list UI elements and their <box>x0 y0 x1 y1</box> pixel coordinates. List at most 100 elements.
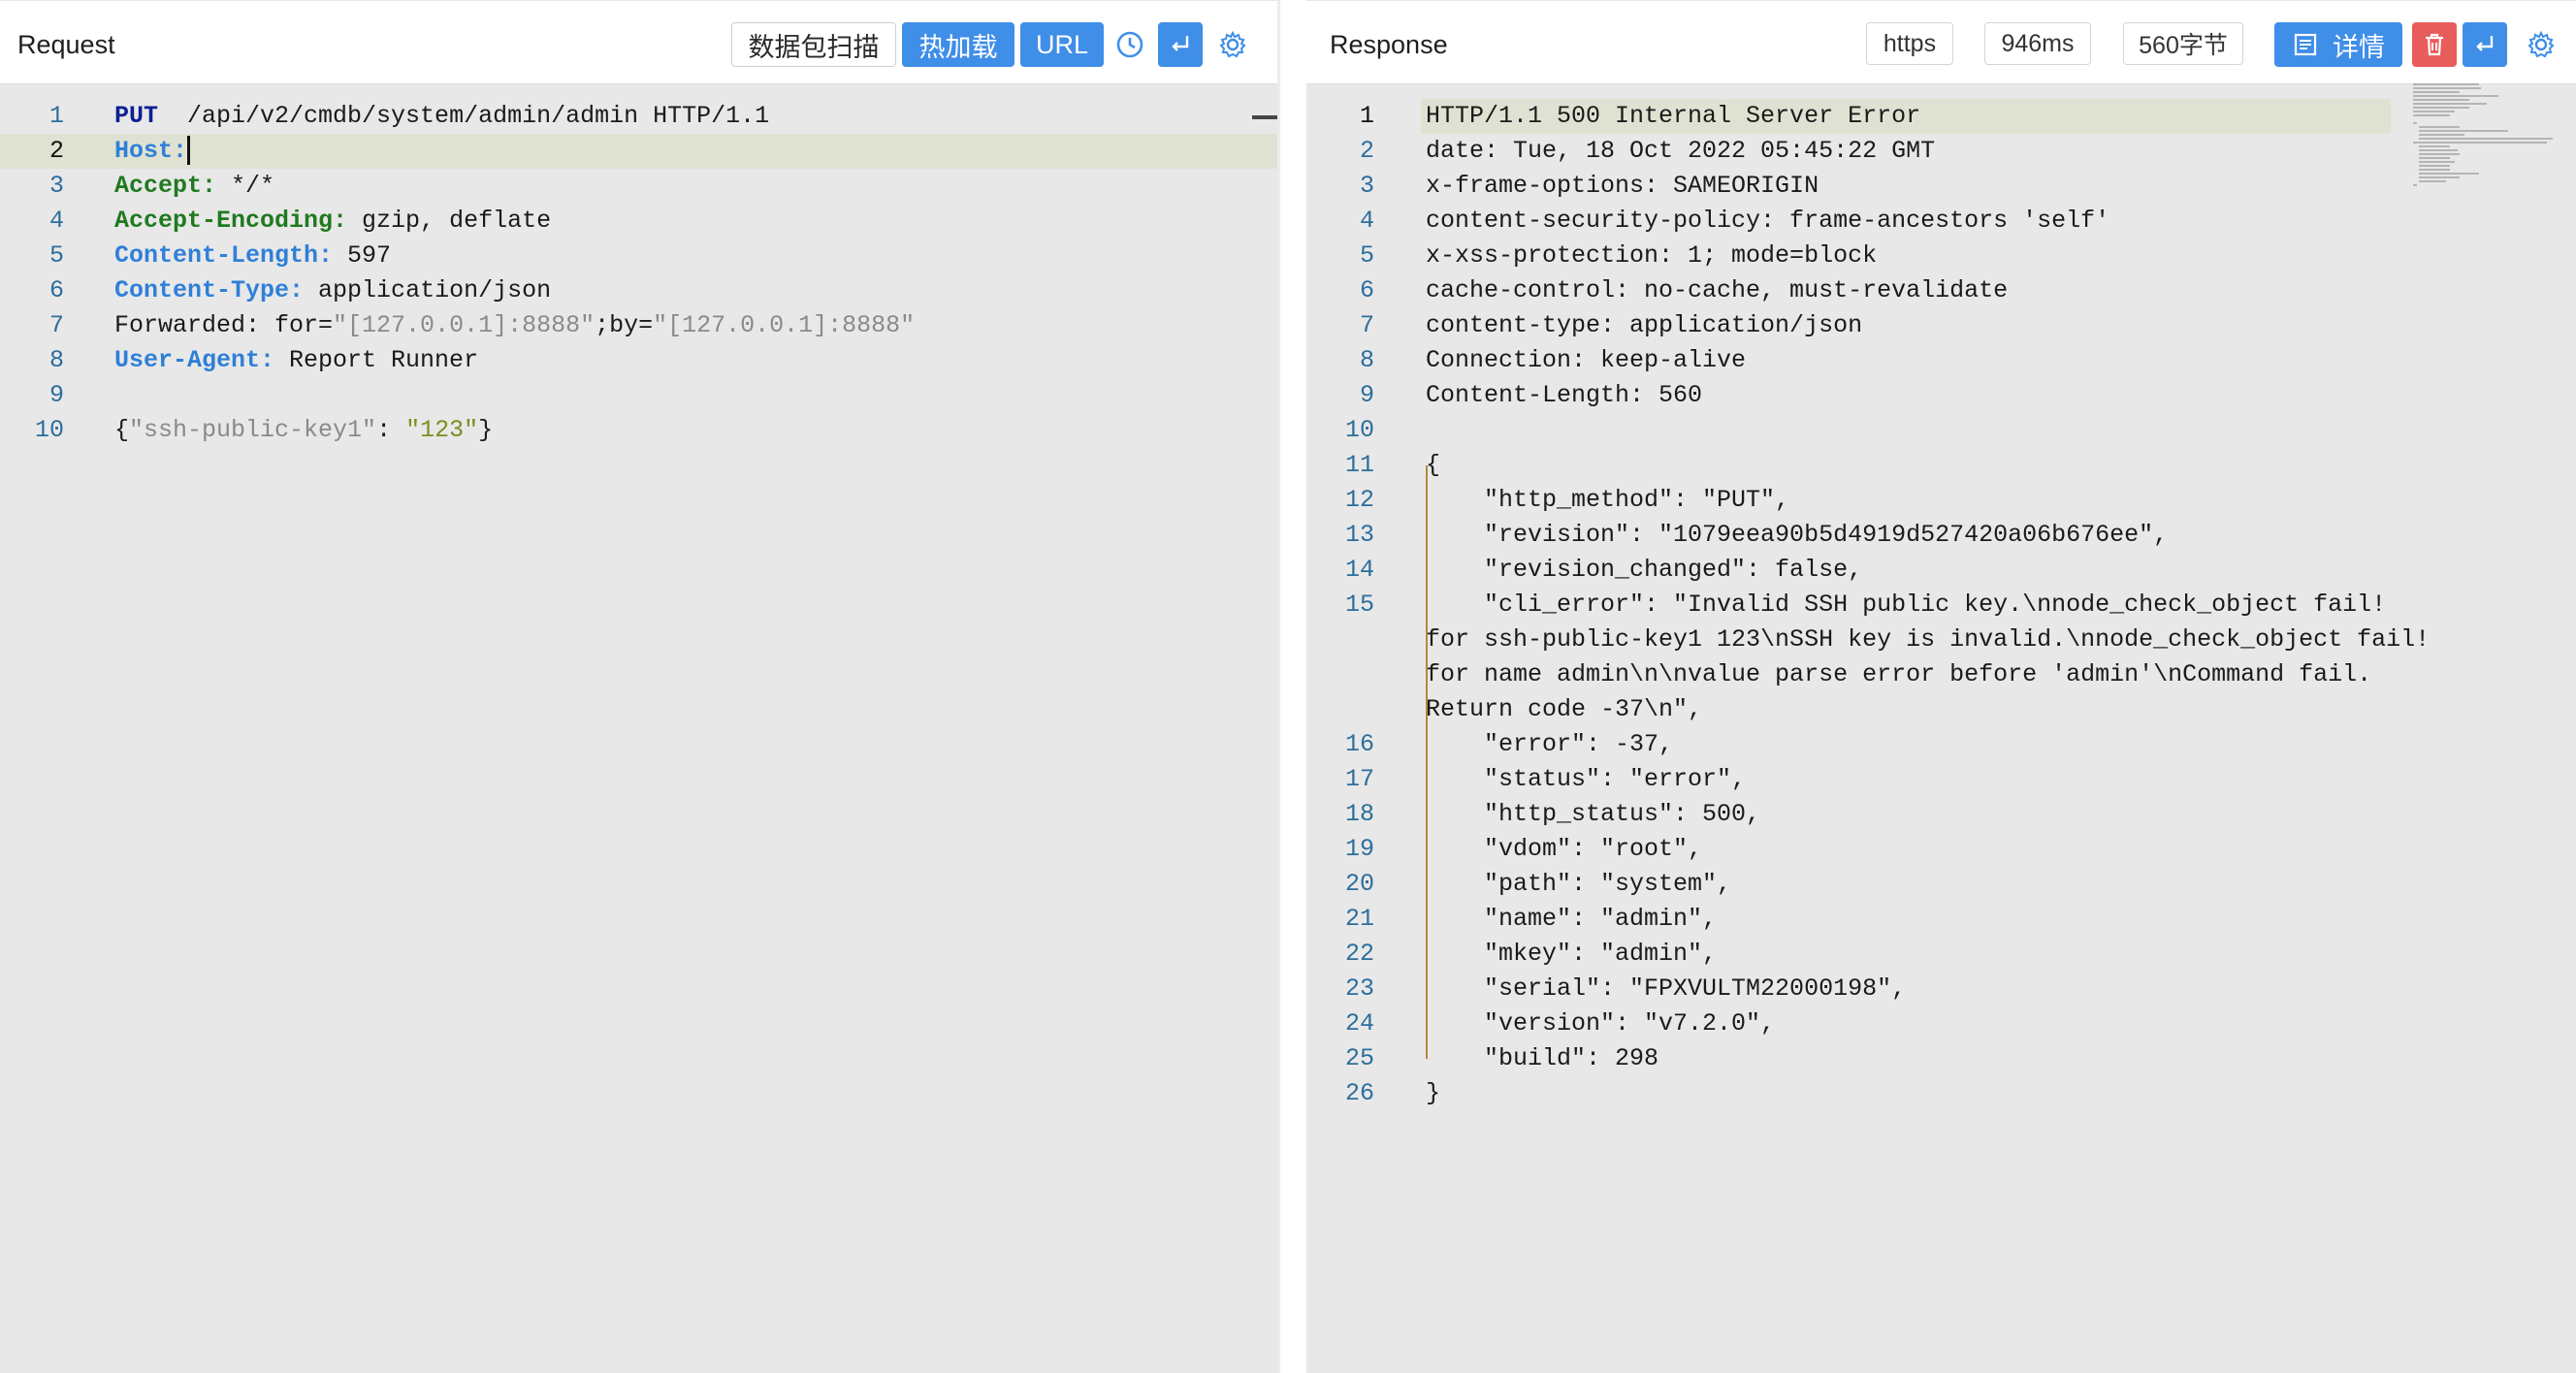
response-line[interactable]: 8 Connection: keep-alive <box>1306 343 2411 378</box>
delete-button[interactable] <box>2412 22 2457 67</box>
response-line[interactable]: 14 "revision_changed": false, <box>1306 553 2411 588</box>
request-line[interactable]: 3 Accept: */* <box>0 169 1277 204</box>
code-token: Host: <box>114 137 188 165</box>
request-line-code: Accept: */* <box>114 169 274 204</box>
response-line[interactable]: 12 "http_method": "PUT", <box>1306 483 2411 518</box>
line-number: 5 <box>1359 241 1374 270</box>
response-line-code: Return code -37\n", <box>1426 695 1703 723</box>
line-number: 25 <box>1344 1044 1374 1072</box>
request-line[interactable]: 9 <box>0 378 1277 413</box>
response-line[interactable]: 5 x-xss-protection: 1; mode=block <box>1306 239 2411 273</box>
response-line[interactable]: 4 content-security-policy: frame-ancestor… <box>1306 204 2411 239</box>
response-line-code: "serial": "FPXVULTM22000198", <box>1426 974 1907 1003</box>
response-line-code: date: Tue, 18 Oct 2022 05:45:22 GMT <box>1426 137 1936 165</box>
indent-guide-1 <box>1426 465 1428 710</box>
line-number: 7 <box>48 311 64 339</box>
request-line[interactable]: 1 PUT /api/v2/cmdb/system/admin/admin HTT… <box>0 99 1277 134</box>
response-line[interactable]: 16 "error": -37, <box>1306 727 2411 762</box>
code-token: "[127.0.0.1]:8888" <box>333 311 596 339</box>
line-number: 2 <box>48 137 64 165</box>
response-line[interactable]: 17 "status": "error", <box>1306 762 2411 797</box>
line-number: 8 <box>48 346 64 374</box>
line-number: 17 <box>1344 765 1374 793</box>
line-number: 10 <box>34 416 64 444</box>
response-line[interactable]: 15 "cli_error": "Invalid SSH public key.… <box>1306 588 2411 623</box>
code-token: */* <box>216 172 275 200</box>
code-token: Accept-Encoding: <box>114 207 348 235</box>
response-line[interactable]: 26} <box>1306 1076 2411 1111</box>
wrap-icon <box>1172 36 1189 51</box>
panel-divider[interactable] <box>1277 0 1280 1373</box>
response-line[interactable]: 10 <box>1306 413 2411 448</box>
response-line-code: "http_method": "PUT", <box>1426 486 1790 514</box>
request-line[interactable]: 2 Host: <box>0 134 1277 169</box>
details-button[interactable]: 详情 <box>2274 22 2402 67</box>
request-scroll-marker <box>1252 115 1277 119</box>
response-line[interactable]: 21 "name": "admin", <box>1306 902 2411 937</box>
line-number: 3 <box>48 172 64 200</box>
request-line[interactable]: 8 User-Agent: Report Runner <box>0 343 1277 378</box>
response-line[interactable]: 9 Content-Length: 560 <box>1306 378 2411 413</box>
response-line[interactable]: 1 HTTP/1.1 500 Internal Server Error <box>1306 99 2411 134</box>
response-size-badge: 560字节 <box>2123 22 2243 65</box>
response-line[interactable]: 19 "vdom": "root", <box>1306 832 2411 867</box>
response-title: Response <box>1330 30 1448 59</box>
line-number: 26 <box>1344 1079 1374 1107</box>
line-number: 9 <box>48 381 64 409</box>
request-editor[interactable]: 1 PUT /api/v2/cmdb/system/admin/admin HTT… <box>0 85 1277 1373</box>
request-line[interactable]: 6 Content-Type: application/json <box>0 273 1277 308</box>
line-number: 20 <box>1344 870 1374 898</box>
code-token: "[127.0.0.1]:8888" <box>653 311 916 339</box>
code-token: Report Runner <box>274 346 479 374</box>
code-token: Forwarded: for= <box>114 311 334 339</box>
settings-icon[interactable] <box>1214 26 1251 63</box>
response-line[interactable]: for name admin\n\nvalue parse error befo… <box>1306 657 2411 692</box>
response-line[interactable]: 3 x-frame-options: SAMEORIGIN <box>1306 169 2411 204</box>
response-editor[interactable]: 1 HTTP/1.1 500 Internal Server Error 2 date… <box>1306 85 2430 1373</box>
request-line[interactable]: 4 Accept-Encoding: gzip, deflate <box>0 204 1277 239</box>
response-line-code: Connection: keep-alive <box>1426 346 1747 374</box>
response-line[interactable]: 22 "mkey": "admin", <box>1306 937 2411 972</box>
wrap-toggle-button[interactable] <box>1158 22 1203 67</box>
response-line-code: for name admin\n\nvalue parse error befo… <box>1426 660 2372 688</box>
code-token: "123" <box>405 416 479 444</box>
response-line[interactable]: 25 "build": 298 <box>1306 1041 2411 1076</box>
code-token: gzip, deflate <box>347 207 552 235</box>
history-icon[interactable] <box>1111 26 1148 63</box>
request-line-code: PUT /api/v2/cmdb/system/admin/admin HTTP… <box>114 99 769 134</box>
line-number: 15 <box>1344 591 1374 619</box>
line-number: 22 <box>1344 940 1374 968</box>
response-line[interactable]: 7 content-type: application/json <box>1306 308 2411 343</box>
request-panel: Request 数据包扫描 热加载 URL 1 PUT /api/v2/cmdb/… <box>0 0 1277 1373</box>
response-line[interactable]: 13 "revision": "1079eea90b5d4919d527420a… <box>1306 518 2411 553</box>
code-token: { <box>114 416 130 444</box>
response-line-code: Content-Length: 560 <box>1426 381 1703 409</box>
line-number: 11 <box>1344 451 1374 479</box>
request-line[interactable]: 10 {"ssh-public-key1": "123"} <box>0 413 1277 448</box>
response-wrap-toggle-button[interactable] <box>2463 22 2507 67</box>
response-line-code: "status": "error", <box>1426 765 1747 793</box>
response-line[interactable]: 6 cache-control: no-cache, must-revalidat… <box>1306 273 2411 308</box>
response-line-code: "build": 298 <box>1426 1044 1659 1072</box>
response-settings-icon[interactable] <box>2523 26 2560 63</box>
request-line[interactable]: 5 Content-Length: 597 <box>0 239 1277 273</box>
response-line[interactable]: 24 "version": "v7.2.0", <box>1306 1006 2411 1041</box>
response-line[interactable]: Return code -37\n", <box>1306 692 2411 727</box>
line-number: 4 <box>1359 207 1374 235</box>
response-line[interactable]: 11 { <box>1306 448 2411 483</box>
request-line[interactable]: 7 Forwarded: for="[127.0.0.1]:8888";by="[… <box>0 308 1277 343</box>
packet-scan-button[interactable]: 数据包扫描 <box>731 22 896 67</box>
response-line[interactable]: for ssh-public-key1 123\nSSH key is inva… <box>1306 623 2430 657</box>
response-line[interactable]: 20 "path": "system", <box>1306 867 2411 902</box>
line-number: 1 <box>48 102 64 130</box>
url-button[interactable]: URL <box>1020 22 1104 67</box>
response-line-code: "revision": "1079eea90b5d4919d527420a06b… <box>1426 521 2169 549</box>
response-line-code: "mkey": "admin", <box>1426 940 1718 968</box>
code-token: } <box>478 416 494 444</box>
response-line[interactable]: 2 date: Tue, 18 Oct 2022 05:45:22 GMT <box>1306 134 2411 169</box>
response-line-code: "error": -37, <box>1426 730 1674 758</box>
response-line[interactable]: 23 "serial": "FPXVULTM22000198", <box>1306 972 2411 1006</box>
hot-load-button[interactable]: 热加载 <box>902 22 1014 67</box>
response-line[interactable]: 18 "http_status": 500, <box>1306 797 2411 832</box>
response-minimap[interactable] <box>2411 81 2557 198</box>
